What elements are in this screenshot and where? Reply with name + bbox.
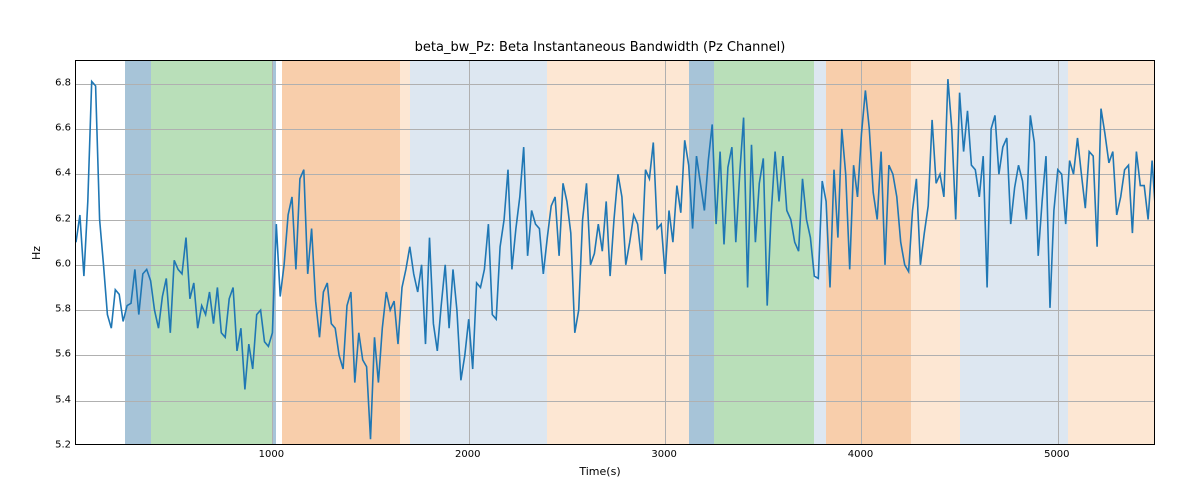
y-axis-label: Hz xyxy=(30,246,43,260)
y-tick-label: 6.8 xyxy=(45,77,71,88)
y-tick-label: 6.4 xyxy=(45,168,71,179)
data-line xyxy=(76,61,1155,445)
x-tick-label: 5000 xyxy=(1044,449,1069,460)
y-tick-label: 6.2 xyxy=(45,213,71,224)
x-tick-label: 2000 xyxy=(455,449,480,460)
x-tick-label: 3000 xyxy=(651,449,676,460)
plot-area xyxy=(75,60,1155,445)
x-tick-label: 1000 xyxy=(259,449,284,460)
x-tick-label: 4000 xyxy=(848,449,873,460)
y-tick-label: 6.6 xyxy=(45,122,71,133)
x-axis-label: Time(s) xyxy=(0,465,1200,478)
chart-title: beta_bw_Pz: Beta Instantaneous Bandwidth… xyxy=(0,40,1200,55)
figure: beta_bw_Pz: Beta Instantaneous Bandwidth… xyxy=(0,0,1200,500)
y-tick-label: 5.2 xyxy=(45,440,71,451)
y-tick-label: 5.4 xyxy=(45,394,71,405)
y-tick-label: 6.0 xyxy=(45,258,71,269)
y-tick-label: 5.6 xyxy=(45,349,71,360)
y-tick-label: 5.8 xyxy=(45,304,71,315)
